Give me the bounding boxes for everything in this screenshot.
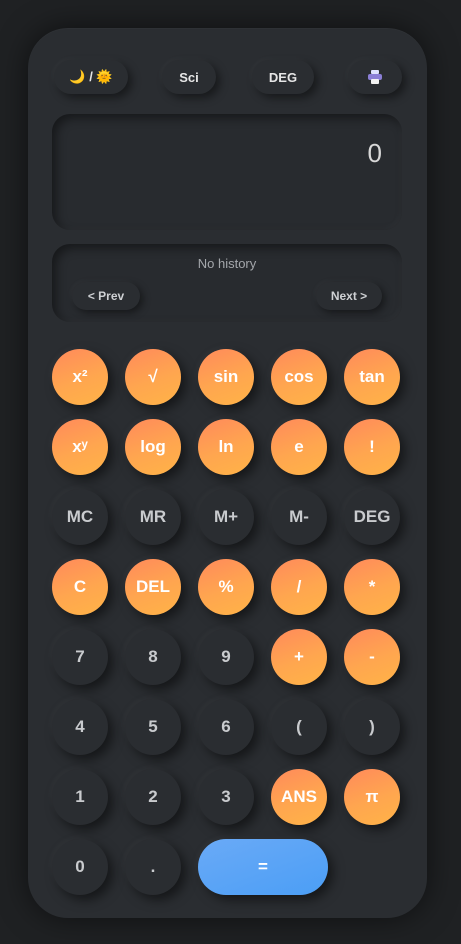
history-next-label: Next > xyxy=(330,289,368,303)
print-button[interactable] xyxy=(348,60,402,94)
theme-toggle-button[interactable]: 🌙 / 🌞 xyxy=(54,60,128,94)
history-next-button[interactable]: Next > xyxy=(316,282,382,310)
tan-key[interactable]: tan xyxy=(344,349,400,405)
multiply-key[interactable]: * xyxy=(344,559,400,615)
square-key[interactable]: x² xyxy=(52,349,108,405)
minus-key[interactable]: - xyxy=(344,629,400,685)
display-screen: 0 xyxy=(52,114,402,230)
percent-key[interactable]: % xyxy=(198,559,254,615)
display-value: 0 xyxy=(367,138,382,168)
scientific-mode-label: Sci xyxy=(179,69,199,85)
memory-subtract-key[interactable]: M- xyxy=(271,489,327,545)
digit-7-key[interactable]: 7 xyxy=(52,629,108,685)
factorial-key[interactable]: ! xyxy=(344,419,400,475)
digit-6-key[interactable]: 6 xyxy=(198,699,254,755)
theme-toggle-label: 🌙 / 🌞 xyxy=(69,69,113,84)
plus-key[interactable]: + xyxy=(271,629,327,685)
pi-key[interactable]: π xyxy=(344,769,400,825)
memory-recall-key[interactable]: MR xyxy=(125,489,181,545)
digit-0-key[interactable]: 0 xyxy=(52,839,108,895)
history-panel: No history < Prev Next > xyxy=(52,244,402,322)
history-prev-label: < Prev xyxy=(87,289,125,303)
cos-key[interactable]: cos xyxy=(271,349,327,405)
history-empty-text: No history xyxy=(197,256,257,271)
divide-key[interactable]: / xyxy=(271,559,327,615)
digit-1-key[interactable]: 1 xyxy=(52,769,108,825)
delete-key[interactable]: DEL xyxy=(125,559,181,615)
degree-key[interactable]: DEG xyxy=(344,489,400,545)
log-key[interactable]: log xyxy=(125,419,181,475)
angle-mode-button[interactable]: DEG xyxy=(252,60,314,94)
answer-key[interactable]: ANS xyxy=(271,769,327,825)
open-paren-key[interactable]: ( xyxy=(271,699,327,755)
sqrt-key[interactable]: √ xyxy=(125,349,181,405)
digit-2-key[interactable]: 2 xyxy=(125,769,181,825)
scientific-mode-button[interactable]: Sci xyxy=(162,60,216,94)
digit-4-key[interactable]: 4 xyxy=(52,699,108,755)
memory-add-key[interactable]: M+ xyxy=(198,489,254,545)
digit-8-key[interactable]: 8 xyxy=(125,629,181,685)
digit-9-key[interactable]: 9 xyxy=(198,629,254,685)
digit-5-key[interactable]: 5 xyxy=(125,699,181,755)
memory-clear-key[interactable]: MC xyxy=(52,489,108,545)
power-key[interactable]: xʸ xyxy=(52,419,108,475)
history-prev-button[interactable]: < Prev xyxy=(72,282,140,310)
euler-key[interactable]: e xyxy=(271,419,327,475)
printer-icon xyxy=(368,70,382,84)
sin-key[interactable]: sin xyxy=(198,349,254,405)
ln-key[interactable]: ln xyxy=(198,419,254,475)
equals-key[interactable]: = xyxy=(198,839,328,895)
clear-key[interactable]: C xyxy=(52,559,108,615)
digit-3-key[interactable]: 3 xyxy=(198,769,254,825)
close-paren-key[interactable]: ) xyxy=(344,699,400,755)
angle-mode-label: DEG xyxy=(268,69,298,85)
decimal-key[interactable]: . xyxy=(125,839,181,895)
